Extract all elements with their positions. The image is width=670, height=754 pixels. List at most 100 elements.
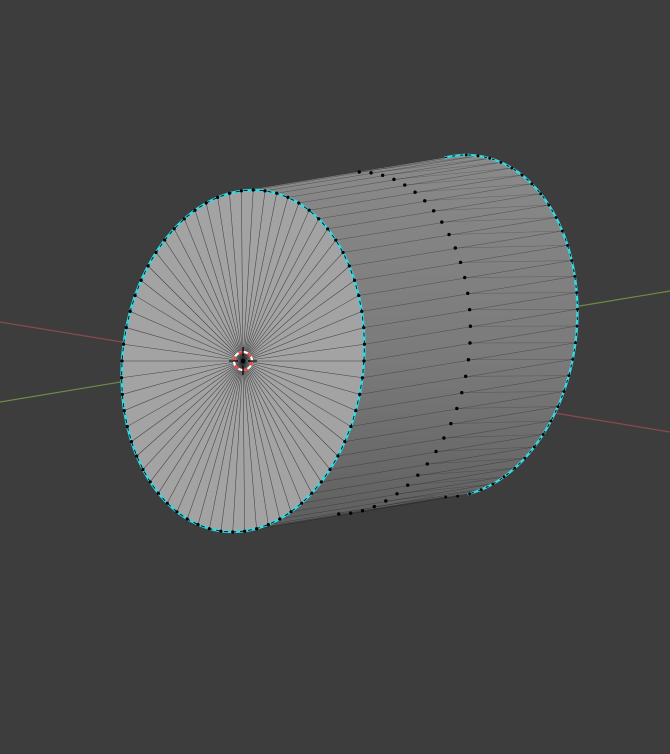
front-vertex bbox=[156, 491, 160, 495]
front-vertex bbox=[148, 480, 152, 484]
loop-cut-vertex bbox=[395, 492, 399, 496]
loop-cut-vertex bbox=[416, 473, 420, 477]
front-vertex bbox=[139, 278, 143, 282]
back-vertex bbox=[456, 494, 460, 498]
loop-cut-vertex bbox=[392, 177, 396, 182]
back-vertex bbox=[530, 182, 534, 186]
front-vertex bbox=[119, 376, 124, 380]
front-vertex bbox=[341, 250, 345, 255]
front-vertex bbox=[121, 342, 126, 346]
front-vertex bbox=[334, 238, 338, 242]
front-vertex bbox=[204, 201, 208, 205]
loop-cut-vertex bbox=[455, 406, 459, 411]
front-vertex bbox=[319, 480, 323, 484]
front-vertex bbox=[352, 278, 357, 282]
front-vertex bbox=[362, 326, 366, 330]
front-vertex bbox=[243, 529, 247, 533]
back-vertex bbox=[571, 357, 575, 361]
front-vertex bbox=[286, 195, 290, 199]
front-vertex bbox=[254, 527, 259, 531]
front-vertex bbox=[219, 529, 223, 533]
front-vertex bbox=[275, 191, 279, 195]
front-vertex bbox=[216, 195, 220, 199]
loop-cut-vertex bbox=[447, 232, 451, 237]
front-vertex bbox=[175, 510, 179, 514]
front-vertex bbox=[300, 501, 304, 505]
front-vertex bbox=[326, 227, 330, 231]
back-vertex bbox=[468, 492, 471, 496]
front-vertex bbox=[231, 530, 235, 534]
back-vertex bbox=[513, 466, 517, 470]
loop-cut-vertex bbox=[369, 171, 373, 175]
front-vertex bbox=[135, 454, 139, 458]
viewport-scene[interactable] bbox=[0, 0, 670, 754]
3d-viewport[interactable] bbox=[0, 0, 670, 754]
back-vertex bbox=[570, 259, 574, 262]
back-vertex bbox=[567, 374, 571, 378]
back-vertex bbox=[502, 475, 506, 479]
front-vertex bbox=[120, 392, 124, 396]
loop-cut-vertex bbox=[380, 173, 385, 177]
front-vertex bbox=[128, 309, 132, 313]
back-vertex bbox=[510, 166, 514, 170]
back-vertex bbox=[575, 291, 579, 295]
loop-cut-vertex bbox=[458, 260, 463, 265]
front-vertex bbox=[307, 208, 311, 212]
front-vertex bbox=[360, 376, 365, 380]
front-vertex bbox=[239, 189, 243, 193]
back-vertex bbox=[573, 274, 577, 278]
front-vertex bbox=[146, 264, 150, 268]
loop-cut-vertex bbox=[468, 324, 473, 328]
front-vertex bbox=[354, 409, 358, 413]
front-vertex bbox=[297, 201, 301, 205]
front-vertex bbox=[185, 517, 189, 521]
front-vertex bbox=[165, 501, 169, 505]
cap-center-vertex bbox=[240, 358, 246, 364]
loop-cut-vertex bbox=[466, 358, 471, 362]
front-vertex bbox=[133, 293, 137, 298]
back-vertex bbox=[556, 405, 560, 409]
loop-cut-vertex bbox=[467, 307, 472, 312]
front-vertex bbox=[141, 467, 145, 472]
front-vertex bbox=[349, 424, 353, 429]
front-vertex bbox=[196, 523, 200, 527]
front-vertex bbox=[310, 491, 314, 495]
loop-cut-vertex bbox=[372, 504, 377, 509]
front-vertex bbox=[362, 342, 367, 346]
back-vertex bbox=[560, 229, 564, 233]
back-vertex bbox=[549, 419, 553, 423]
front-vertex bbox=[129, 440, 134, 444]
back-vertex bbox=[562, 390, 566, 393]
front-vertex bbox=[278, 517, 282, 521]
loop-cut-vertex bbox=[463, 374, 468, 379]
front-vertex bbox=[251, 188, 255, 192]
back-vertex bbox=[491, 482, 495, 486]
back-vertex bbox=[541, 433, 545, 436]
front-vertex bbox=[207, 527, 211, 531]
back-vertex bbox=[554, 216, 558, 219]
back-vertex bbox=[539, 192, 543, 196]
front-vertex bbox=[182, 217, 186, 221]
front-vertex bbox=[124, 326, 128, 330]
back-vertex bbox=[488, 156, 492, 160]
front-vertex bbox=[343, 440, 347, 444]
back-vertex bbox=[547, 203, 551, 207]
loop-cut-vertex bbox=[337, 512, 341, 516]
loop-cut-vertex bbox=[357, 170, 361, 174]
front-vertex bbox=[125, 424, 129, 429]
front-vertex bbox=[263, 189, 267, 193]
front-vertex bbox=[266, 523, 270, 527]
front-vertex bbox=[362, 359, 366, 363]
loop-cut-vertex bbox=[463, 275, 467, 280]
loop-cut-vertex bbox=[453, 246, 458, 250]
front-vertex bbox=[317, 217, 321, 221]
loop-cut-vertex bbox=[460, 390, 464, 395]
loop-cut-vertex bbox=[425, 462, 430, 466]
back-vertex bbox=[532, 445, 536, 449]
back-vertex bbox=[444, 495, 448, 499]
front-vertex bbox=[360, 309, 364, 313]
front-vertex bbox=[122, 409, 126, 413]
loop-cut-vertex bbox=[403, 183, 407, 187]
loop-cut-vertex bbox=[468, 341, 472, 345]
loop-cut-vertex bbox=[442, 436, 446, 440]
